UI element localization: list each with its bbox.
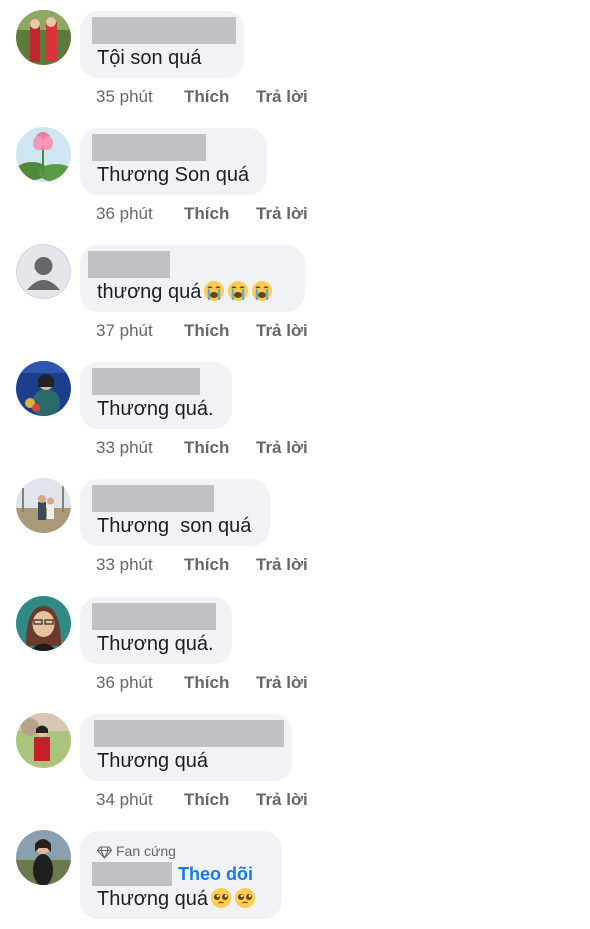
fan-badge-label: Fan cứng: [116, 843, 176, 859]
like-button[interactable]: Thích: [184, 321, 229, 341]
comment-text: Thương son quá: [97, 515, 252, 537]
comment-time: 36 phút: [96, 673, 153, 692]
crying-emoji-icon: [252, 281, 273, 301]
comment-text: Thương quá: [97, 750, 209, 772]
avatar[interactable]: [16, 713, 71, 768]
redacted-name: [92, 134, 206, 161]
redacted-name: [92, 603, 216, 630]
fan-badge: Fan cứng: [96, 843, 176, 859]
comment-text-content: Thương quá: [97, 888, 209, 910]
like-button[interactable]: Thích: [184, 438, 229, 458]
comment-time: 35 phút: [96, 87, 153, 106]
like-button[interactable]: Thích: [184, 673, 229, 693]
redacted-name: [92, 485, 214, 512]
comment-bubble: Fan cứng Theo dõi Thương quá: [80, 831, 282, 919]
comment-bubble: Thương son quá: [80, 479, 270, 546]
comment-time: 36 phút: [96, 204, 153, 223]
reply-button[interactable]: Trả lời: [256, 438, 308, 458]
comment-time: 33 phút: [96, 555, 153, 574]
like-button[interactable]: Thích: [184, 204, 229, 224]
reply-button[interactable]: Trả lời: [256, 555, 308, 575]
comment-text-content: thương quá: [97, 281, 202, 303]
comment-text: Thương quá: [97, 887, 256, 911]
comment-bubble: Thương Son quá: [80, 128, 267, 195]
redacted-name: [94, 720, 284, 747]
comment-text: Thương quá.: [97, 398, 214, 420]
reply-button[interactable]: Trả lời: [256, 204, 308, 224]
comment-text: thương quá: [97, 280, 273, 304]
comment-text: Tội son quá: [97, 47, 202, 69]
reply-button[interactable]: Trả lời: [256, 790, 308, 810]
comment-text: Thương Son quá: [97, 164, 250, 186]
comment-text: Thương quá.: [97, 633, 214, 655]
pleading-emoji-icon: [235, 888, 256, 908]
comment-bubble: Thương quá.: [80, 362, 232, 429]
comment-bubble: Thương quá.: [80, 597, 232, 664]
crying-emoji-icon: [228, 281, 249, 301]
redacted-name: [92, 17, 236, 44]
redacted-name: [92, 368, 200, 395]
like-button[interactable]: Thích: [184, 790, 229, 810]
redacted-name: [88, 251, 170, 278]
follow-button[interactable]: Theo dõi: [178, 864, 253, 885]
avatar[interactable]: [16, 478, 71, 533]
crying-emoji-icon: [204, 281, 225, 301]
comment-time: 37 phút: [96, 321, 153, 340]
redacted-name: [92, 862, 172, 886]
avatar[interactable]: [16, 244, 71, 299]
avatar[interactable]: [16, 596, 71, 651]
default-avatar-icon: [16, 244, 71, 299]
like-button[interactable]: Thích: [184, 555, 229, 575]
diamond-icon: [96, 846, 113, 859]
reply-button[interactable]: Trả lời: [256, 87, 308, 107]
reply-button[interactable]: Trả lời: [256, 321, 308, 341]
comment-bubble: thương quá: [80, 245, 305, 312]
pleading-emoji-icon: [211, 888, 232, 908]
avatar[interactable]: [16, 127, 71, 182]
comment-time: 34 phút: [96, 790, 153, 809]
reply-button[interactable]: Trả lời: [256, 673, 308, 693]
comment-bubble: Thương quá: [80, 714, 292, 781]
avatar[interactable]: [16, 361, 71, 416]
avatar[interactable]: [16, 830, 71, 885]
like-button[interactable]: Thích: [184, 87, 229, 107]
avatar[interactable]: [16, 10, 71, 65]
comment-bubble: Tội son quá: [80, 11, 244, 78]
comment-time: 33 phút: [96, 438, 153, 457]
